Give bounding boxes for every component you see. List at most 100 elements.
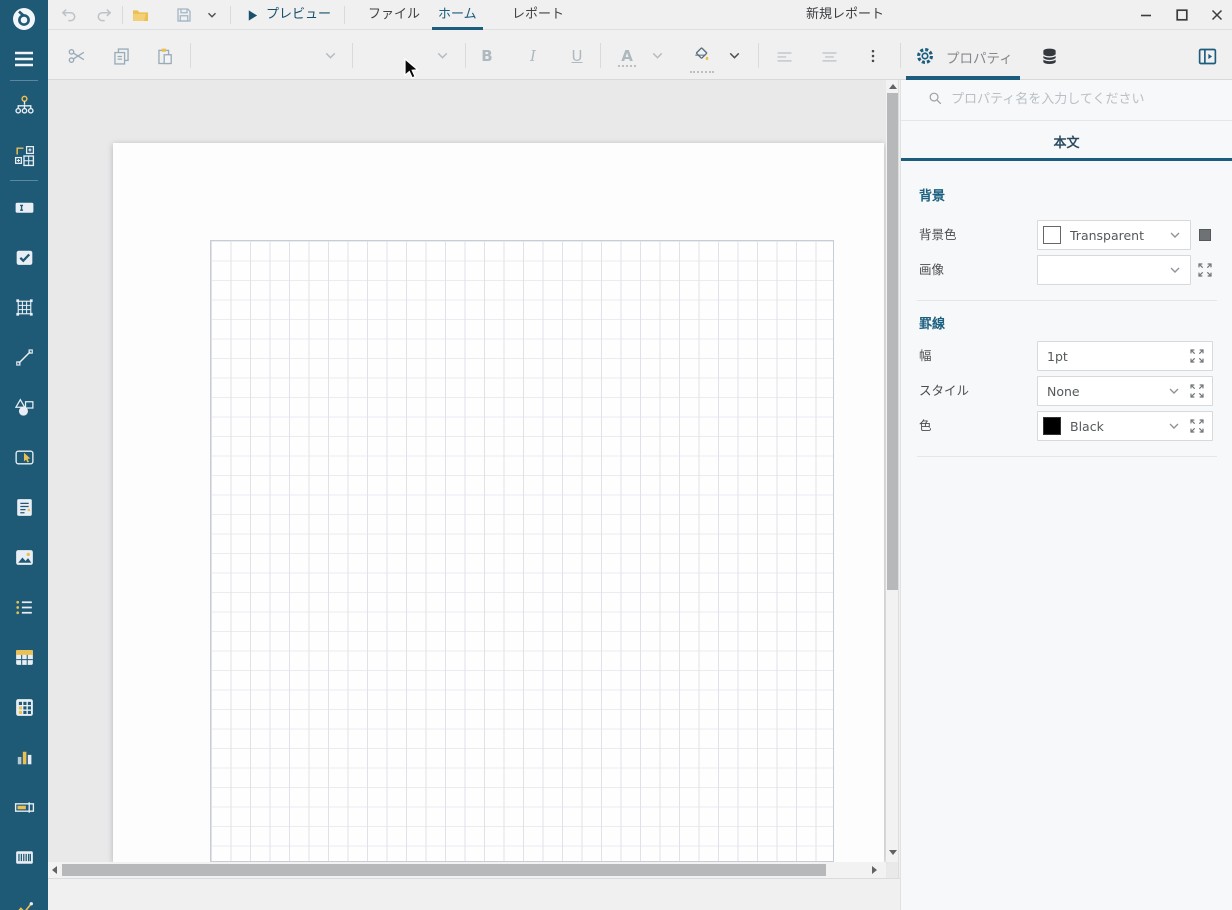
vertical-scrollbar[interactable]: [886, 80, 899, 862]
panel-header-separator: [900, 43, 901, 68]
image-expand-button[interactable]: [1197, 262, 1213, 281]
font-color-button[interactable]: A: [614, 43, 640, 69]
app-logo: [0, 2, 48, 36]
image-label: 画像: [919, 255, 944, 285]
tool-bullet-icon[interactable]: [0, 790, 48, 824]
paste-button[interactable]: [152, 43, 178, 69]
font-color-dropdown[interactable]: [649, 47, 667, 65]
italic-button[interactable]: I: [520, 43, 546, 69]
design-grid[interactable]: [210, 240, 834, 862]
scroll-down-arrow[interactable]: [889, 850, 897, 855]
border-width-input-box[interactable]: 1pt: [1037, 341, 1213, 371]
tool-matrix-icon[interactable]: [0, 690, 48, 724]
vertical-scroll-thumb[interactable]: [887, 93, 898, 590]
border-style-value: None: [1038, 384, 1166, 399]
tool-list-icon[interactable]: [0, 590, 48, 624]
open-file-button[interactable]: [128, 4, 152, 26]
fill-color-button[interactable]: [689, 43, 715, 69]
panel-divider: [917, 456, 1217, 457]
fill-color-dropdown[interactable]: [726, 47, 744, 65]
font-family-dropdown[interactable]: [322, 47, 340, 65]
properties-gear-icon[interactable]: [912, 43, 938, 69]
report-page[interactable]: [113, 143, 884, 862]
search-icon: [927, 90, 944, 110]
border-width-value: 1pt: [1038, 349, 1189, 364]
scroll-left-arrow[interactable]: [52, 866, 57, 874]
collapse-panel-button[interactable]: [1194, 43, 1220, 69]
underline-button[interactable]: U: [564, 43, 590, 69]
section-background-title: 背景: [919, 185, 945, 204]
overflow-menu-button[interactable]: [860, 43, 886, 69]
image-dropdown[interactable]: [1037, 255, 1191, 285]
tool-sparkline-icon[interactable]: [0, 892, 48, 910]
maximize-button[interactable]: [1169, 3, 1195, 27]
font-size-dropdown[interactable]: [434, 47, 452, 65]
toolbar-separator: [465, 43, 466, 68]
border-color-value: Black: [1061, 419, 1166, 434]
design-canvas: [48, 80, 899, 878]
tool-container-select-icon[interactable]: [0, 440, 48, 474]
preview-button[interactable]: プレビュー: [260, 0, 337, 30]
tool-shape-icon[interactable]: [0, 390, 48, 424]
properties-panel: 本文 背景 背景色 Transparent 画像 罫線 幅 1pt スタイル: [900, 80, 1232, 910]
fill-color-swatch: [690, 71, 714, 73]
tool-hierarchy-icon[interactable]: [0, 88, 48, 122]
bold-button[interactable]: B: [474, 43, 500, 69]
tool-table-icon[interactable]: [0, 640, 48, 674]
tool-layout-icon[interactable]: [0, 138, 48, 172]
align-center-button[interactable]: [816, 43, 842, 69]
tool-textbox-icon[interactable]: [0, 190, 48, 224]
toolbar-separator: [600, 43, 601, 68]
border-color-expand-button[interactable]: [1189, 418, 1205, 434]
background-color-more-button[interactable]: [1199, 229, 1211, 241]
color-swatch-white: [1043, 226, 1061, 244]
border-style-dropdown[interactable]: None: [1037, 376, 1213, 406]
border-width-expand-button[interactable]: [1189, 348, 1205, 364]
border-color-dropdown[interactable]: Black: [1037, 411, 1213, 441]
chevron-down-icon: [1167, 262, 1183, 278]
align-left-button[interactable]: [771, 43, 797, 69]
scroll-up-arrow[interactable]: [889, 84, 897, 89]
tool-table-select-icon[interactable]: [0, 290, 48, 324]
tool-richtext-icon[interactable]: [0, 490, 48, 524]
scroll-right-arrow[interactable]: [872, 866, 877, 874]
tool-image-icon[interactable]: [0, 540, 48, 574]
minimize-button[interactable]: [1133, 3, 1159, 27]
background-color-dropdown[interactable]: Transparent: [1037, 220, 1191, 250]
background-color-value: Transparent: [1061, 228, 1167, 243]
toolbar-separator: [352, 43, 353, 68]
tool-line-icon[interactable]: [0, 340, 48, 374]
horizontal-scrollbar[interactable]: [48, 862, 886, 878]
data-sources-icon[interactable]: [1036, 43, 1062, 69]
property-search-input[interactable]: [951, 86, 1201, 112]
property-row-image: 画像: [901, 255, 1232, 285]
chevron-down-icon: [1166, 418, 1182, 434]
copy-button[interactable]: [108, 43, 134, 69]
property-row-border-width: 幅 1pt: [901, 341, 1232, 371]
tab-body[interactable]: 本文: [901, 132, 1232, 151]
tool-checkbox-icon[interactable]: [0, 240, 48, 274]
panel-divider: [917, 300, 1217, 301]
section-border-title: 罫線: [919, 313, 945, 332]
cut-button[interactable]: [64, 43, 90, 69]
menu-home[interactable]: ホーム: [432, 0, 483, 30]
horizontal-scroll-thumb[interactable]: [62, 864, 826, 876]
body-tab-underline: [901, 158, 1232, 161]
redo-button[interactable]: [92, 4, 116, 26]
border-style-expand-button[interactable]: [1189, 383, 1205, 399]
panel-divider: [901, 120, 1232, 121]
titlebar-separator: [122, 6, 123, 24]
save-dropdown-chevron-icon[interactable]: [200, 4, 224, 26]
chevron-down-icon: [1167, 227, 1183, 243]
menu-file[interactable]: ファイル: [362, 0, 426, 30]
tab-properties[interactable]: プロパティ: [946, 47, 1013, 67]
hamburger-menu-button[interactable]: [0, 42, 48, 76]
tool-barcode-icon[interactable]: [0, 840, 48, 874]
menu-report[interactable]: レポート: [506, 0, 570, 30]
toolbar-separator: [190, 43, 191, 68]
chevron-down-icon: [1166, 383, 1182, 399]
undo-button[interactable]: [56, 4, 80, 26]
close-button[interactable]: [1204, 3, 1230, 27]
tool-chart-icon[interactable]: [0, 740, 48, 774]
save-button[interactable]: [172, 4, 196, 26]
